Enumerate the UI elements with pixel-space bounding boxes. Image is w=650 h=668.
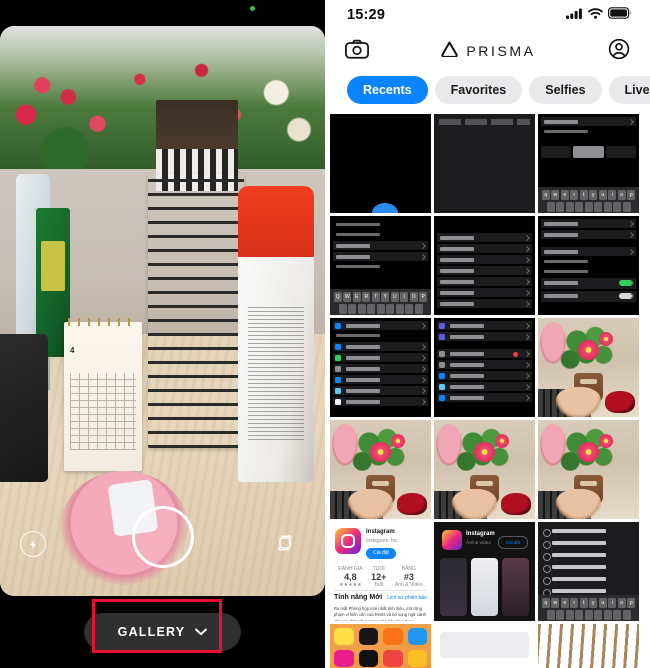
photo-thumbnail[interactable]: qwer tyui op	[538, 114, 639, 213]
photo-thumbnail[interactable]	[330, 624, 431, 668]
filter-tabs: Recents Favorites Selfies Live Photos	[325, 72, 650, 112]
photo-thumbnail[interactable]: Instagram Ảnh & Video Cài đặt	[434, 522, 535, 621]
photo-thumbnail[interactable]	[434, 420, 535, 519]
desk-calendar: 4	[64, 318, 142, 471]
thumb-title: Instagram	[466, 531, 495, 537]
stat-value: 12+	[371, 572, 387, 582]
desk-red-cap-bottle	[238, 185, 314, 482]
photo-thumbnail[interactable]	[538, 420, 639, 519]
stat-sub: Ảnh & Video	[394, 582, 423, 588]
photo-thumbnail[interactable]	[538, 216, 639, 315]
camera-flip-icon[interactable]	[272, 530, 298, 556]
photo-thumbnail[interactable]	[434, 216, 535, 315]
tab-selfies[interactable]: Selfies	[529, 76, 602, 104]
app-bar: PRISMA	[325, 30, 650, 72]
brand-name: PRISMA	[466, 43, 536, 59]
recording-dot	[250, 6, 255, 11]
gallery-bar: GALLERY	[0, 596, 325, 668]
photo-thumbnail[interactable]: qwer tyui op	[538, 522, 639, 621]
photo-grid: qwer tyui op Q W E R T Y U I O P Instagr…	[325, 112, 650, 668]
screenshot-root: 4 GALLERY 15:29 PRISMA Recents Favorites…	[0, 0, 650, 668]
status-bar-time: 15:29	[347, 7, 386, 23]
tab-recents[interactable]: Recents	[347, 76, 428, 104]
photo-thumbnail[interactable]: Cũi gỗ cho bé (hàng sẵn) FREESHIP kèm nệ…	[538, 624, 639, 668]
photo-thumbnail[interactable]	[434, 318, 535, 417]
thumb-subtitle: Ảnh & Video	[466, 540, 491, 545]
profile-icon[interactable]	[608, 38, 630, 65]
photo-thumbnail[interactable]: Em chào bên này vẫn không shop? Cảm ơn b…	[434, 624, 535, 668]
tab-favorites[interactable]: Favorites	[434, 76, 523, 104]
prisma-triangle-logo	[441, 41, 458, 62]
photo-thumbnail[interactable]	[330, 318, 431, 417]
cellular-signal-icon	[566, 6, 583, 24]
prisma-gallery-screen: 15:29 PRISMA Recents Favorites Selfies L…	[325, 0, 650, 668]
photo-thumbnail-selected[interactable]	[330, 420, 431, 519]
thumb-appstore-get: Cài đặt	[366, 548, 396, 559]
prisma-camera-screen: 4 GALLERY	[0, 0, 325, 668]
stat-value: 4,8	[344, 572, 357, 582]
photo-thumbnail[interactable]	[538, 318, 639, 417]
thumb-whats-new: Tính năng Mới	[334, 594, 383, 601]
gallery-button[interactable]: GALLERY	[83, 613, 242, 651]
stat-value: #3	[403, 572, 414, 582]
thumb-release-notes: Ra mắt Phòng họp mới nhất tính hiệu, mở …	[334, 606, 426, 621]
wifi-icon	[588, 6, 603, 24]
thumb-appstore-developer: Instagram, Inc.	[366, 538, 400, 544]
desk-striped-boxes	[148, 174, 244, 448]
thumb-version-history: Lịch sử phiên bản	[387, 595, 427, 601]
desk-dark-object	[0, 333, 48, 482]
tab-live-photos[interactable]: Live Photos	[608, 76, 650, 104]
photo-thumbnail[interactable]	[434, 114, 535, 213]
shutter-button[interactable]	[131, 506, 194, 568]
gallery-button-label: GALLERY	[117, 625, 186, 639]
thumb-get: Cài đặt	[498, 536, 528, 549]
chevron-down-icon	[195, 625, 208, 639]
photo-thumbnail[interactable]: Instagram Instagram, Inc. Cài đặt ĐÁNH G…	[330, 522, 431, 621]
thumb-appstore-title: Instagram	[366, 529, 395, 535]
brand: PRISMA	[441, 41, 535, 62]
flash-icon[interactable]	[20, 531, 46, 557]
status-bar: 15:29	[325, 0, 650, 30]
photo-thumbnail[interactable]: QWER TYUI OP	[330, 216, 431, 315]
battery-icon	[608, 6, 632, 24]
camera-icon[interactable]	[345, 39, 369, 64]
stat-sub: Tuổi	[373, 582, 384, 588]
photo-thumbnail[interactable]	[330, 114, 431, 213]
